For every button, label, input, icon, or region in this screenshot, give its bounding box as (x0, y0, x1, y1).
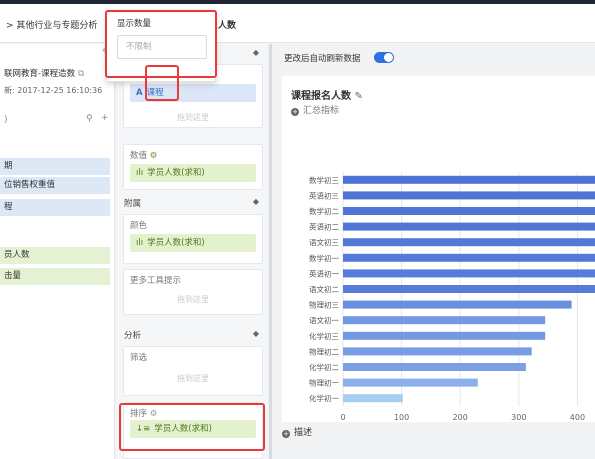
paren-icon: ) (4, 115, 8, 125)
bar[interactable] (343, 222, 595, 231)
breadcrumb-path[interactable]: > 其他行业与专题分析 (6, 21, 97, 31)
bar[interactable] (343, 394, 403, 403)
tooltip-box: 更多工具提示 拖到这里 (123, 269, 263, 315)
y-tick-label: 英语初一 (309, 268, 339, 278)
dataset-name: 联网教育-课程造数 ⧉ (4, 69, 85, 79)
y-tick-label: 数学初一 (309, 253, 339, 263)
bar[interactable] (343, 253, 595, 262)
bar[interactable] (343, 238, 595, 247)
eraser-icon[interactable]: ◆ (253, 48, 259, 57)
bar[interactable] (343, 316, 546, 325)
y-tick-label: 语文初三 (309, 237, 339, 247)
value-label: 数值 ⚙ (130, 151, 158, 161)
plus-circle-icon: + (282, 430, 290, 438)
y-tick-label: 物理初二 (309, 346, 339, 356)
bar[interactable] (343, 347, 532, 356)
bar[interactable] (343, 269, 595, 278)
auto-refresh-toggle[interactable] (374, 52, 394, 63)
filter-box: 筛选 拖到这里 (123, 346, 263, 396)
highlight-sort (119, 403, 265, 451)
eraser-icon[interactable]: ◆ (253, 197, 259, 206)
add-icon[interactable]: + (101, 113, 109, 123)
bar-chart-icon: ılı (136, 168, 144, 178)
field-item[interactable]: 期 (0, 158, 110, 175)
field-item[interactable]: 击量 (0, 268, 110, 285)
panel-scrollbar[interactable] (269, 44, 272, 459)
analysis-title: 分析 (124, 331, 142, 341)
highlight-gear (145, 65, 179, 101)
y-tick-label: 化学初一 (309, 393, 339, 403)
color-label: 颜色 (130, 221, 148, 231)
y-tick-label: 化学初二 (309, 362, 339, 372)
field-panel: ✎ 联网教育-课程造数⧉ 新: 2017-12-25 16:10:36 ) ⚲ … (0, 44, 115, 459)
bar[interactable] (343, 331, 546, 340)
x-tick-label: 100 (394, 413, 409, 422)
y-tick-label: 语文初一 (309, 315, 339, 325)
y-tick-label: 数学初三 (309, 175, 339, 185)
tooltip-drop-zone[interactable]: 拖到这里 (124, 294, 262, 305)
y-tick-label: 物理初三 (309, 300, 339, 310)
value-field[interactable]: ılı 学员人数(求和) (130, 164, 256, 182)
config-panel: ◆ 维度 ⚙ A课程 拖到这里 数值 ⚙ ılı学员人数(求和) 附属 ◆ 颜色… (117, 44, 267, 459)
bar-chart-icon: ılı (136, 238, 144, 248)
field-item[interactable]: 员人数 (0, 247, 110, 264)
attach-title: 附属 (124, 199, 142, 209)
gear-icon: ⚙ (149, 151, 158, 161)
bar[interactable] (343, 285, 595, 293)
text-type-icon: A (136, 88, 143, 98)
bar[interactable] (343, 207, 595, 215)
color-field[interactable]: ılı 学员人数(求和) (130, 234, 256, 252)
dimension-drop-zone[interactable]: 拖到这里 (124, 112, 262, 123)
value-box: 数值 ⚙ ılı 学员人数(求和) (123, 144, 263, 190)
x-tick-label: 300 (511, 413, 526, 422)
eraser-icon[interactable]: ◆ (253, 329, 259, 338)
y-tick-label: 物理初一 (309, 378, 339, 388)
tooltip-label: 更多工具提示 (130, 276, 182, 286)
external-link-icon[interactable]: ⧉ (78, 69, 84, 79)
bar[interactable] (343, 175, 595, 184)
auto-refresh-label: 更改后自动刷新数据 (284, 54, 361, 64)
search-icon[interactable]: ⚲ (86, 114, 93, 124)
field-item[interactable]: 程 (0, 199, 110, 216)
y-tick-label: 化学初三 (309, 331, 339, 341)
describe-toggle[interactable]: + 描述 (282, 425, 312, 438)
bar[interactable] (343, 363, 526, 371)
x-tick-label: 200 (453, 413, 468, 422)
color-box: 颜色 ılı 学员人数(求和) (123, 214, 263, 264)
y-tick-label: 英语初三 (309, 190, 339, 200)
breadcrumb: > 其他行业与专题分析 报名人数 (6, 18, 236, 31)
field-item[interactable]: 位销售权重值 (0, 177, 110, 194)
y-tick-label: 英语初二 (309, 222, 339, 232)
y-tick-label: 数学初二 (309, 206, 339, 216)
filter-label: 筛选 (130, 353, 148, 363)
bar[interactable] (343, 300, 572, 309)
top-bar: > 其他行业与专题分析 报名人数 (0, 0, 595, 43)
bar[interactable] (343, 378, 478, 387)
chart-area: 更改后自动刷新数据 课程报名人数 ✎ + 汇总指标 0 100 200 300 400 数学… (274, 44, 595, 459)
y-tick-label: 语文初二 (309, 284, 339, 294)
chart-card: 课程报名人数 ✎ + 汇总指标 0 100 200 300 400 数学初三 英语初三 数学初二… (282, 76, 595, 422)
bar-chart: 0 100 200 300 400 数学初三英语初三数学初二英语初二语文初三数学初一英语初… (309, 172, 595, 422)
x-tick-label: 0 (340, 413, 345, 422)
bar[interactable] (343, 191, 595, 200)
filter-drop-zone[interactable]: 拖到这里 (124, 373, 262, 384)
dataset-updated: 新: 2017-12-25 16:10:36 (4, 86, 103, 95)
x-tick-label: 400 (570, 413, 585, 422)
